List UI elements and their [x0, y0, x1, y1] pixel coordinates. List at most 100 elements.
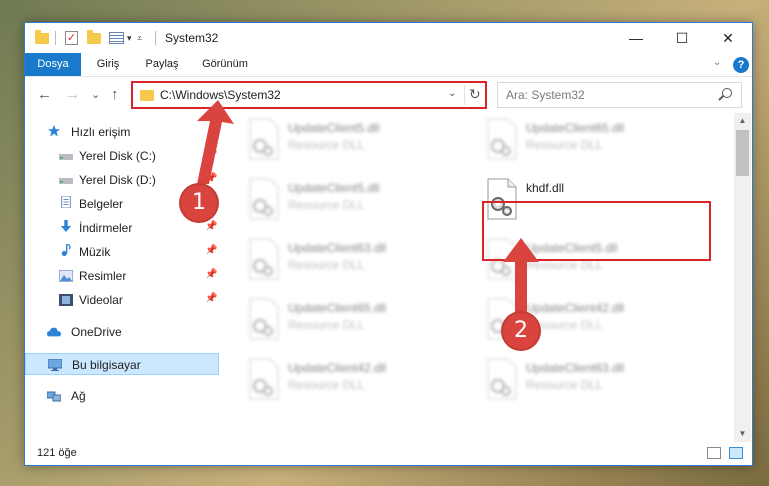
customize-arrow-icon[interactable]: ⩡	[137, 29, 142, 47]
file-item[interactable]: UpdateClient65.dll Resource DLL	[478, 115, 708, 171]
file-type: Resource DLL	[288, 138, 365, 152]
tab-home[interactable]: Giriş	[83, 53, 133, 76]
music-icon	[61, 244, 71, 256]
tab-view[interactable]: Görünüm	[193, 53, 257, 76]
vertical-scrollbar[interactable]: ▲ ▼	[734, 113, 751, 442]
scroll-thumb[interactable]	[736, 130, 749, 176]
file-name: UpdateClient65.dll	[288, 301, 387, 315]
sidebar-item-label: Ağ	[71, 389, 86, 403]
file-name: UpdateClient5.dll	[288, 181, 380, 195]
sidebar-item-label: Yerel Disk (C:)	[79, 149, 156, 163]
status-bar: 121 öğe	[25, 442, 752, 465]
computer-icon	[48, 359, 62, 371]
sidebar-item-downloads[interactable]: İndirmeler 📌	[25, 217, 219, 239]
sidebar-item-label: Videolar	[79, 293, 123, 307]
maximize-button[interactable]: ☐	[659, 23, 705, 53]
file-item[interactable]: UpdateClient5.dll Resource DLL	[240, 175, 470, 231]
file-name: UpdateClient42.dll	[526, 301, 625, 315]
downloads-icon	[60, 220, 72, 232]
large-icons-view-icon[interactable]	[729, 447, 743, 459]
sidebar-item-label: Yerel Disk (D:)	[79, 173, 156, 187]
file-list: UpdateClient5.dll Resource DLL UpdateCli…	[220, 113, 734, 442]
address-highlight-box	[131, 81, 487, 109]
file-item[interactable]: UpdateClient63.dll Resource DLL	[240, 235, 470, 291]
dll-file-icon	[249, 118, 279, 160]
chevron-down-icon[interactable]: ▾	[127, 29, 132, 47]
file-type: Resource DLL	[288, 258, 365, 272]
recent-locations-button[interactable]: ⌄	[91, 87, 100, 103]
pin-icon[interactable]: 📌	[205, 245, 217, 256]
file-name: UpdateClient65.dll	[526, 121, 625, 135]
dll-file-icon	[249, 358, 279, 400]
folder-icon[interactable]	[35, 29, 49, 47]
file-highlight-box	[482, 201, 711, 261]
separator	[55, 29, 56, 47]
sidebar-item-music[interactable]: Müzik 📌	[25, 241, 219, 263]
new-folder-icon[interactable]	[87, 29, 101, 47]
sidebar-item-label: İndirmeler	[79, 221, 133, 235]
sidebar-item-pictures[interactable]: Resimler 📌	[25, 265, 219, 287]
file-name: UpdateClient63.dll	[288, 241, 387, 255]
documents-icon	[61, 196, 71, 208]
sidebar-item-label: Hızlı erişim	[71, 125, 131, 139]
sidebar-item-onedrive[interactable]: OneDrive	[25, 321, 219, 343]
sidebar-item-network[interactable]: Ağ	[25, 385, 219, 407]
onedrive-icon	[47, 327, 61, 337]
file-name: khdf.dll	[526, 181, 565, 195]
dll-file-icon	[487, 118, 517, 160]
network-icon	[47, 391, 61, 402]
sidebar-item-label: Resimler	[79, 269, 127, 283]
dll-file-icon	[249, 178, 279, 220]
file-type: Resource DLL	[288, 378, 365, 392]
pin-icon[interactable]: 📌	[205, 269, 217, 280]
star-icon	[48, 125, 60, 137]
minimize-button[interactable]: —	[613, 23, 659, 53]
file-item[interactable]: UpdateClient5.dll Resource DLL	[240, 115, 470, 171]
pin-icon[interactable]: 📌	[205, 173, 217, 184]
tab-share[interactable]: Paylaş	[135, 53, 189, 76]
dll-file-icon	[249, 298, 279, 340]
pin-icon[interactable]: 📌	[205, 149, 217, 160]
file-item[interactable]: UpdateClient42.dll Resource DLL	[240, 355, 470, 411]
explorer-window: ✓ ▾ ⩡ System32 — ☐ ✕ Dosya Giriş Paylaş …	[24, 22, 753, 466]
tab-file[interactable]: Dosya	[25, 53, 81, 76]
file-type: Resource DLL	[288, 198, 365, 212]
help-icon[interactable]: ?	[733, 57, 749, 73]
pin-icon[interactable]: 📌	[205, 293, 217, 304]
forward-button[interactable]: →	[65, 87, 80, 103]
ribbon-tabs: Dosya Giriş Paylaş Görünüm ⌄ ?	[25, 53, 752, 77]
search-input[interactable]: Ara: System32	[497, 82, 742, 108]
scroll-up-icon[interactable]: ▲	[734, 113, 751, 129]
scroll-down-icon[interactable]: ▼	[734, 426, 751, 442]
file-type: Resource DLL	[288, 318, 365, 332]
pictures-icon	[59, 270, 73, 282]
window-title: System32	[165, 31, 219, 45]
videos-icon	[59, 294, 73, 306]
up-button[interactable]: ↑	[111, 87, 119, 103]
expand-ribbon-icon[interactable]: ⌄	[713, 57, 721, 68]
title-bar: ✓ ▾ ⩡ System32 — ☐ ✕	[25, 23, 752, 53]
file-name: UpdateClient63.dll	[526, 361, 625, 375]
sidebar-item-quick-access[interactable]: Hızlı erişim	[25, 121, 219, 143]
details-view-icon[interactable]	[707, 447, 721, 459]
drive-icon	[59, 154, 73, 160]
search-icon[interactable]	[722, 88, 732, 98]
sidebar-item-local-disk-c[interactable]: Yerel Disk (C:) 📌	[25, 145, 219, 167]
navigation-pane: Hızlı erişim Yerel Disk (C:) 📌 Yerel Dis…	[25, 113, 219, 442]
file-item[interactable]: UpdateClient63.dll Resource DLL	[478, 355, 708, 411]
navigation-bar: ← → ⌄ ↑ C:\Windows\System32 ⌄ ↻ Ara: Sys…	[25, 78, 752, 112]
back-button[interactable]: ←	[37, 87, 52, 103]
close-button[interactable]: ✕	[705, 23, 751, 53]
sidebar-item-videos[interactable]: Videolar 📌	[25, 289, 219, 311]
sidebar-item-this-pc[interactable]: Bu bilgisayar	[25, 353, 219, 375]
pin-icon[interactable]: 📌	[205, 221, 217, 232]
properties-check-icon[interactable]: ✓	[65, 29, 78, 47]
dll-file-icon	[487, 358, 517, 400]
file-name: UpdateClient42.dll	[288, 361, 387, 375]
file-item[interactable]: UpdateClient65.dll Resource DLL	[240, 295, 470, 351]
sidebar-item-label: Bu bilgisayar	[72, 358, 141, 372]
sidebar-item-label: OneDrive	[71, 325, 122, 339]
sidebar-item-label: Belgeler	[79, 197, 124, 211]
properties-icon[interactable]	[109, 29, 124, 47]
sidebar-item-label: Müzik	[79, 245, 111, 259]
